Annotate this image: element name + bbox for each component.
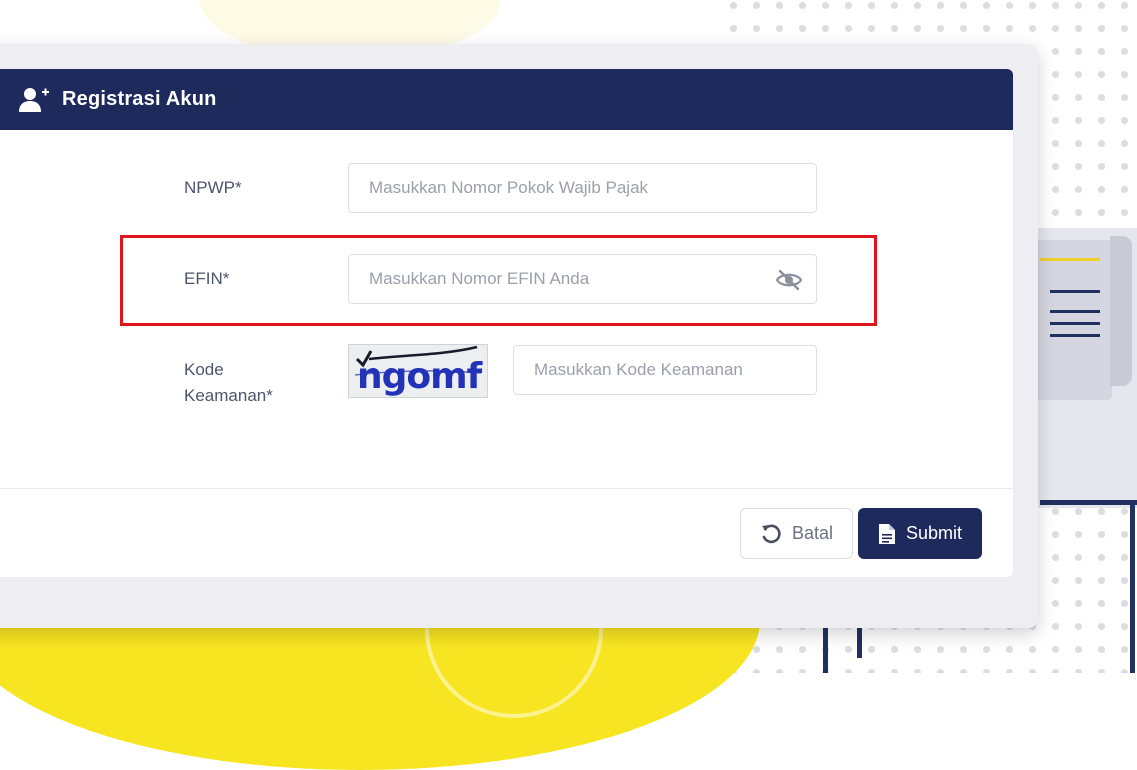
- document-icon: [878, 523, 895, 544]
- illustration-document-tab: [1110, 236, 1132, 386]
- card-title: Registrasi Akun: [62, 88, 217, 110]
- security-code-label-line2: Keamanan*: [184, 386, 273, 405]
- user-plus-icon: [19, 87, 49, 112]
- npwp-input[interactable]: [367, 177, 798, 199]
- captcha-graphic: ngomf: [349, 345, 487, 397]
- cancel-button-label: Batal: [791, 523, 834, 543]
- illustration-text-line: [1050, 322, 1100, 325]
- security-code-field[interactable]: [513, 345, 817, 395]
- captcha-text: ngomf: [357, 356, 483, 397]
- illustration-text-line: [1050, 290, 1100, 293]
- captcha-image: ngomf: [348, 344, 488, 398]
- illustration-document: [1030, 240, 1112, 400]
- efin-highlight-box: [120, 235, 877, 326]
- npwp-field[interactable]: [348, 163, 817, 213]
- undo-icon: [761, 524, 781, 543]
- submit-button-label: Submit: [905, 523, 963, 543]
- card-header: Registrasi Akun: [0, 69, 1013, 130]
- footer-divider: [0, 488, 1013, 489]
- security-code-label-line1: Kode: [184, 360, 224, 379]
- security-code-label: Kode Keamanan*: [184, 357, 273, 409]
- npwp-label: NPWP*: [184, 178, 242, 197]
- illustration-post: [1130, 505, 1135, 673]
- cancel-button[interactable]: Batal: [740, 508, 853, 559]
- submit-button[interactable]: Submit: [858, 508, 982, 559]
- security-code-input[interactable]: [532, 359, 798, 381]
- illustration-text-line: [1050, 310, 1100, 313]
- illustration-shelf: [1040, 500, 1137, 505]
- illustration-text-line: [1050, 334, 1100, 337]
- illustration-highlight-line: [1040, 258, 1100, 261]
